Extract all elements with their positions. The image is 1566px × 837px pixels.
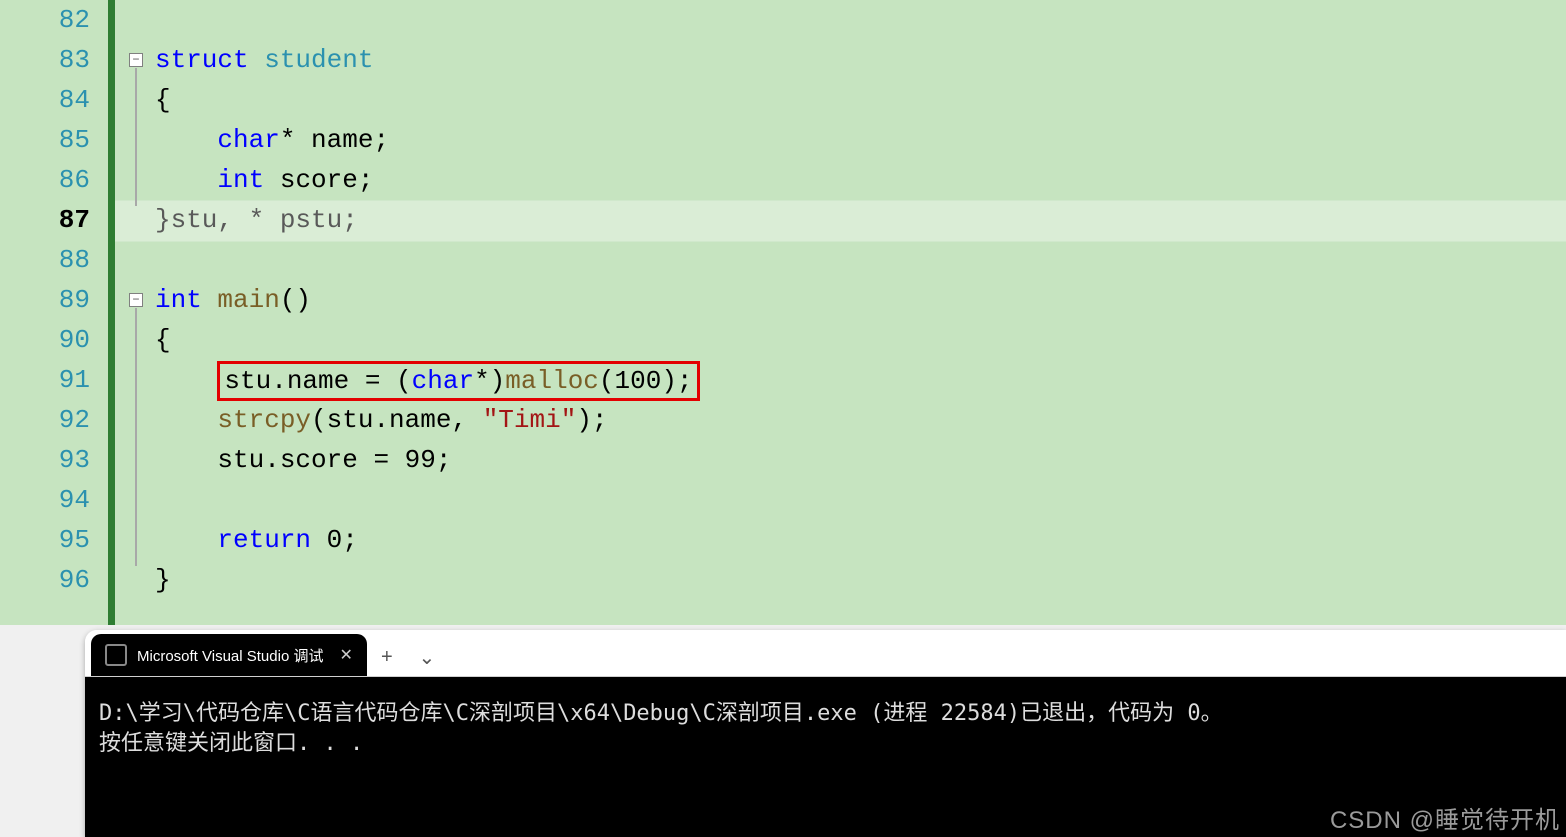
line-number: 88 bbox=[0, 240, 90, 280]
code-line: int main() bbox=[115, 280, 1566, 320]
line-number: 87 bbox=[0, 200, 90, 240]
tab-dropdown-button[interactable]: ⌄ bbox=[407, 638, 447, 676]
code-line bbox=[115, 480, 1566, 520]
terminal-window: Microsoft Visual Studio 调试 ✕ + ⌄ D:\学习\代… bbox=[85, 630, 1566, 837]
line-number: 85 bbox=[0, 120, 90, 160]
fold-guide-line bbox=[135, 308, 137, 566]
line-number: 82 bbox=[0, 0, 90, 40]
line-number: 84 bbox=[0, 80, 90, 120]
line-number: 91 bbox=[0, 360, 90, 400]
fold-toggle-icon[interactable]: − bbox=[129, 293, 143, 307]
code-area[interactable]: − − struct student { char* name; int sco… bbox=[115, 0, 1566, 625]
code-line: { bbox=[115, 320, 1566, 360]
code-line: return 0; bbox=[115, 520, 1566, 560]
terminal-tab-bar: Microsoft Visual Studio 调试 ✕ + ⌄ bbox=[85, 630, 1566, 677]
code-line: char* name; bbox=[115, 120, 1566, 160]
code-line: } bbox=[115, 560, 1566, 600]
terminal-icon bbox=[105, 644, 127, 666]
fold-guide-line bbox=[135, 68, 137, 206]
change-margin bbox=[108, 0, 115, 625]
chevron-down-icon: ⌄ bbox=[418, 645, 435, 670]
terminal-tab-title: Microsoft Visual Studio 调试 bbox=[137, 645, 323, 666]
code-line: struct student bbox=[115, 40, 1566, 80]
line-number: 83 bbox=[0, 40, 90, 80]
line-number: 92 bbox=[0, 400, 90, 440]
line-number: 94 bbox=[0, 480, 90, 520]
code-line: stu.name = (char*)malloc(100); bbox=[115, 360, 1566, 400]
line-number: 90 bbox=[0, 320, 90, 360]
code-line: { bbox=[115, 80, 1566, 120]
code-line bbox=[115, 0, 1566, 40]
line-number-gutter: 82 83 84 85 86 87 88 89 90 91 92 93 94 9… bbox=[0, 0, 108, 625]
line-number: 95 bbox=[0, 520, 90, 560]
line-number: 96 bbox=[0, 560, 90, 600]
code-line bbox=[115, 240, 1566, 280]
code-line: strcpy(stu.name, "Timi"); bbox=[115, 400, 1566, 440]
code-line: int score; bbox=[115, 160, 1566, 200]
current-line-highlight bbox=[115, 200, 1566, 242]
terminal-line: 按任意键关闭此窗口. . . bbox=[99, 729, 1552, 759]
line-number: 89 bbox=[0, 280, 90, 320]
line-number: 93 bbox=[0, 440, 90, 480]
terminal-line: D:\学习\代码仓库\C语言代码仓库\C深剖项目\x64\Debug\C深剖项目… bbox=[99, 699, 1552, 729]
code-line: stu.score = 99; bbox=[115, 440, 1566, 480]
new-tab-button[interactable]: + bbox=[367, 638, 407, 676]
terminal-output[interactable]: D:\学习\代码仓库\C语言代码仓库\C深剖项目\x64\Debug\C深剖项目… bbox=[85, 677, 1566, 837]
line-number: 86 bbox=[0, 160, 90, 200]
terminal-tab[interactable]: Microsoft Visual Studio 调试 ✕ bbox=[91, 634, 367, 676]
fold-toggle-icon[interactable]: − bbox=[129, 53, 143, 67]
code-editor[interactable]: 82 83 84 85 86 87 88 89 90 91 92 93 94 9… bbox=[0, 0, 1566, 625]
close-icon[interactable]: ✕ bbox=[339, 645, 352, 665]
highlighted-code-box: stu.name = (char*)malloc(100); bbox=[217, 361, 699, 401]
